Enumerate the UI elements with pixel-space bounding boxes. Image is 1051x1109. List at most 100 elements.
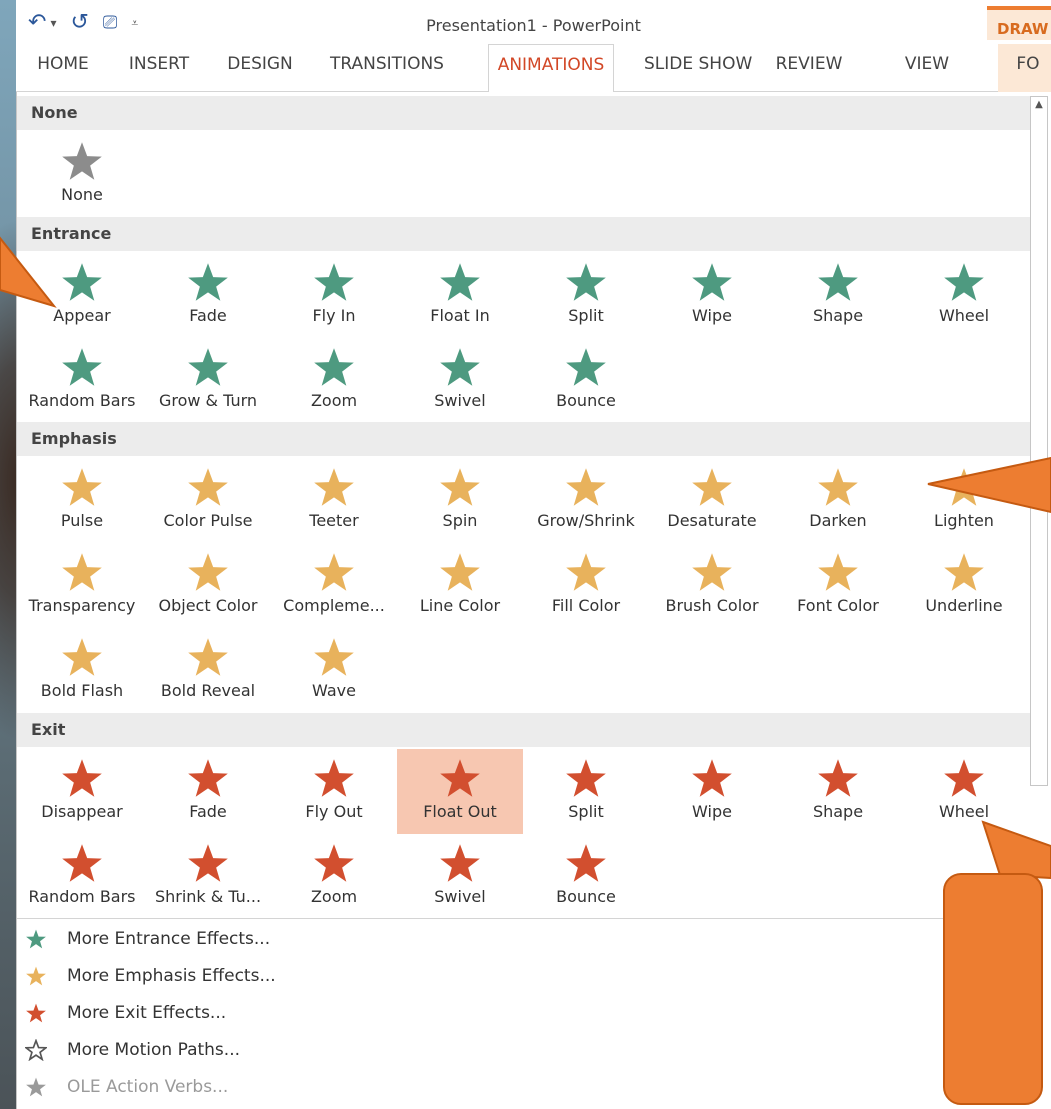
effect-label: Wheel <box>938 306 990 325</box>
menu-label: More Motion Paths... <box>67 1040 240 1060</box>
tab-home[interactable]: HOME <box>22 44 104 92</box>
gallery-scrollbar[interactable] <box>1030 96 1048 786</box>
effect-entrance-grow-turn[interactable]: Grow & Turn <box>145 338 271 423</box>
effect-entrance-random-bars[interactable]: Random Bars <box>19 338 145 423</box>
effect-entrance-wipe[interactable]: Wipe <box>649 253 775 338</box>
effect-label: Float Out <box>423 802 497 821</box>
menu-more-entrance-effects[interactable]: More Entrance Effects... <box>17 922 937 958</box>
effect-star-icon <box>62 844 102 882</box>
effect-entrance-swivel[interactable]: Swivel <box>397 338 523 423</box>
tab-review[interactable]: REVIEW <box>770 44 848 92</box>
effect-none-none[interactable]: None <box>19 132 145 217</box>
effect-star-icon <box>692 468 732 506</box>
effect-star-icon <box>62 553 102 591</box>
effect-emphasis-color-pulse[interactable]: Color Pulse <box>145 458 271 543</box>
effect-label: Wave <box>312 681 356 700</box>
effect-emphasis-darken[interactable]: Darken <box>775 458 901 543</box>
effect-star-icon <box>818 263 858 301</box>
effect-star-icon <box>314 348 354 386</box>
effect-exit-disappear[interactable]: Disappear <box>19 749 145 834</box>
menu-more-motion-paths[interactable]: More Motion Paths... <box>17 1033 937 1069</box>
effect-star-icon <box>62 759 102 797</box>
effect-emphasis-pulse[interactable]: Pulse <box>19 458 145 543</box>
effect-entrance-fly-in[interactable]: Fly In <box>271 253 397 338</box>
effect-exit-shrink-tu[interactable]: Shrink & Tu... <box>145 834 271 919</box>
effect-exit-wipe[interactable]: Wipe <box>649 749 775 834</box>
effect-exit-bounce[interactable]: Bounce <box>523 834 649 919</box>
effect-entrance-float-in[interactable]: Float In <box>397 253 523 338</box>
effect-emphasis-bold-reveal[interactable]: Bold Reveal <box>145 628 271 713</box>
menu-more-exit-effects[interactable]: More Exit Effects... <box>17 996 937 1032</box>
effect-label: Appear <box>53 306 111 325</box>
effect-star-icon <box>314 263 354 301</box>
effect-emphasis-object-color[interactable]: Object Color <box>145 543 271 628</box>
effect-label: Grow & Turn <box>158 391 258 410</box>
effect-star-icon <box>314 759 354 797</box>
tab-animations[interactable]: ANIMATIONS <box>488 44 614 93</box>
effect-emphasis-transparency[interactable]: Transparency <box>19 543 145 628</box>
effect-emphasis-wave[interactable]: Wave <box>271 628 397 713</box>
effect-label: None <box>61 185 103 204</box>
effect-label: Float In <box>430 306 490 325</box>
effect-emphasis-brush-color[interactable]: Brush Color <box>649 543 775 628</box>
effect-entrance-fade[interactable]: Fade <box>145 253 271 338</box>
effect-label: Teeter <box>309 511 359 530</box>
effect-emphasis-desaturate[interactable]: Desaturate <box>649 458 775 543</box>
effect-emphasis-font-color[interactable]: Font Color <box>775 543 901 628</box>
effect-entrance-appear[interactable]: Appear <box>19 253 145 338</box>
effect-exit-float-out[interactable]: Float Out <box>397 749 523 834</box>
effect-label: Wipe <box>692 802 732 821</box>
effect-star-icon <box>440 553 480 591</box>
effect-exit-fade[interactable]: Fade <box>145 749 271 834</box>
effect-exit-wheel[interactable]: Wheel <box>901 749 1027 834</box>
effect-exit-shape[interactable]: Shape <box>775 749 901 834</box>
tab-insert[interactable]: INSERT <box>116 44 202 92</box>
effect-label: Random Bars <box>28 391 136 410</box>
effect-entrance-zoom[interactable]: Zoom <box>271 338 397 423</box>
effect-emphasis-line-color[interactable]: Line Color <box>397 543 523 628</box>
effect-star-icon <box>314 844 354 882</box>
effect-label: Color Pulse <box>163 511 253 530</box>
menu-label: More Emphasis Effects... <box>67 966 276 986</box>
effect-label: Split <box>568 306 604 325</box>
effect-emphasis-underline[interactable]: Underline <box>901 543 1027 628</box>
effect-entrance-split[interactable]: Split <box>523 253 649 338</box>
effect-emphasis-bold-flash[interactable]: Bold Flash <box>19 628 145 713</box>
effect-star-icon <box>188 638 228 676</box>
effect-entrance-shape[interactable]: Shape <box>775 253 901 338</box>
effect-exit-fly-out[interactable]: Fly Out <box>271 749 397 834</box>
outline-star-icon <box>23 1038 49 1066</box>
effect-emphasis-grow-shrink[interactable]: Grow/Shrink <box>523 458 649 543</box>
tab-slide-show[interactable]: SLIDE SHOW <box>644 44 752 92</box>
effect-exit-random-bars[interactable]: Random Bars <box>19 834 145 919</box>
effect-label: Shape <box>812 802 864 821</box>
effect-emphasis-compleme[interactable]: Compleme... <box>271 543 397 628</box>
tab-design[interactable]: DESIGN <box>222 44 298 92</box>
effect-label: Wipe <box>692 306 732 325</box>
menu-label: More Exit Effects... <box>67 1003 227 1023</box>
section-header-entrance: Entrance <box>17 217 1030 251</box>
effect-label: Bold Flash <box>40 681 124 700</box>
effect-exit-swivel[interactable]: Swivel <box>397 834 523 919</box>
effect-label: Underline <box>925 596 1003 615</box>
effect-entrance-bounce[interactable]: Bounce <box>523 338 649 423</box>
menu-more-emphasis-effects[interactable]: More Emphasis Effects... <box>17 959 937 995</box>
effect-emphasis-fill-color[interactable]: Fill Color <box>523 543 649 628</box>
tab-transitions[interactable]: TRANSITIONS <box>328 44 446 92</box>
effect-star-icon <box>818 468 858 506</box>
scroll-up-icon[interactable]: ▲ <box>1030 96 1048 114</box>
effect-exit-split[interactable]: Split <box>523 749 649 834</box>
effect-label: Brush Color <box>665 596 759 615</box>
effect-emphasis-spin[interactable]: Spin <box>397 458 523 543</box>
tab-fo[interactable]: FO <box>998 44 1051 92</box>
animation-gallery: ▲ None None Entrance Appear Fade Fly In Float … <box>16 92 1051 1109</box>
effect-star-icon <box>440 263 480 301</box>
red-star-icon <box>25 1002 47 1029</box>
menu-ole-action-verbs: OLE Action Verbs... <box>17 1070 937 1106</box>
tab-view[interactable]: VIEW <box>900 44 954 92</box>
effect-emphasis-teeter[interactable]: Teeter <box>271 458 397 543</box>
effect-emphasis-lighten[interactable]: Lighten <box>901 458 1027 543</box>
effect-star-icon <box>440 844 480 882</box>
effect-exit-zoom[interactable]: Zoom <box>271 834 397 919</box>
effect-entrance-wheel[interactable]: Wheel <box>901 253 1027 338</box>
